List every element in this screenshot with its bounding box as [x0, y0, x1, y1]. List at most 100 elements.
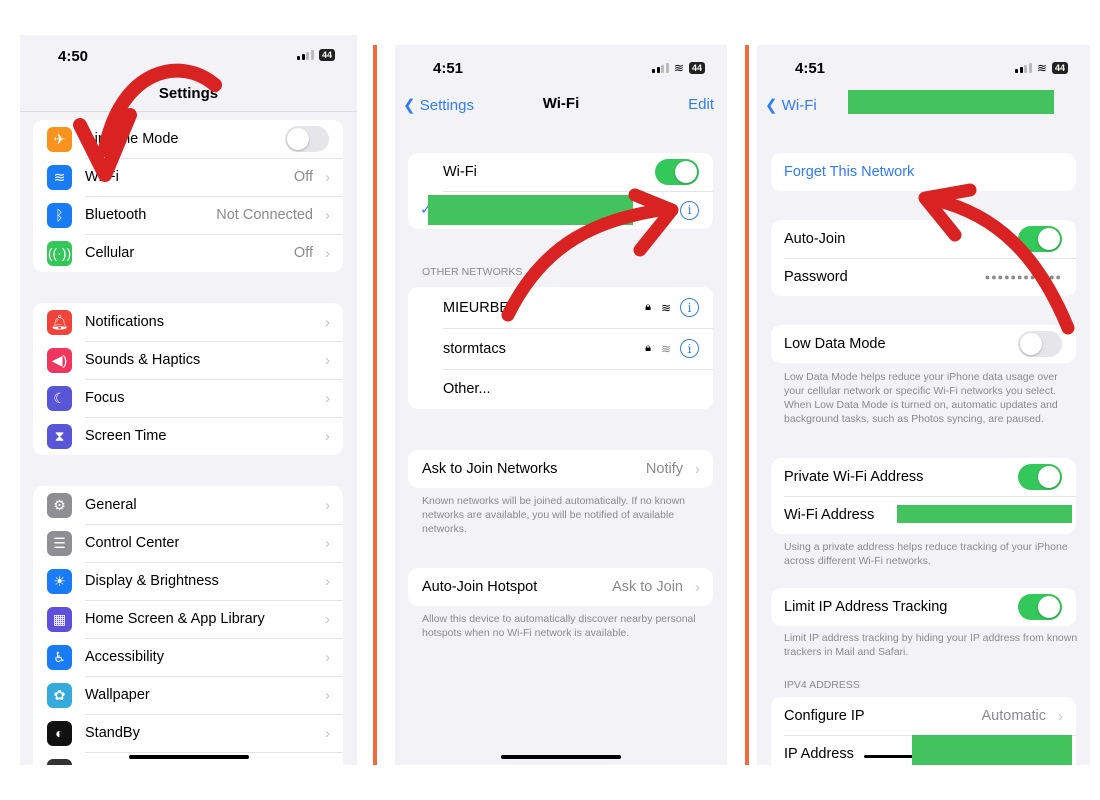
settings-row[interactable]: ⧗ Screen Time › — [33, 417, 343, 455]
wifi-toggle-row: Wi-Fi — [408, 153, 713, 191]
settings-row[interactable]: ≋ Wi-Fi Off › — [33, 158, 343, 196]
home-screen-icon: ▦ — [47, 606, 72, 632]
settings-row[interactable]: ✈ Airplane Mode — [33, 120, 343, 158]
private-address-footer: Using a private address helps reduce tra… — [784, 541, 1068, 567]
settings-row-label: Notifications — [85, 314, 164, 330]
configure-ip-row[interactable]: Configure IP Automatic › — [771, 697, 1076, 735]
private-address-toggle[interactable] — [1018, 464, 1062, 490]
settings-row[interactable]: ✿ Wallpaper › — [33, 676, 343, 714]
chevron-right-icon: › — [325, 648, 330, 666]
battery-icon: 44 — [688, 62, 705, 74]
forget-network-button[interactable]: Forget This Network — [771, 153, 1076, 191]
ask-to-join-row[interactable]: Ask to Join Networks Notify › — [408, 450, 713, 488]
connected-network-row[interactable]: ✓ i — [408, 191, 713, 229]
home-indicator — [501, 755, 621, 759]
settings-row-label: Cellular — [85, 245, 135, 261]
lock-icon: 🔒︎ — [645, 342, 651, 354]
divider — [373, 45, 377, 765]
limit-ip-footer: Limit IP address tracking by hiding your… — [784, 632, 1078, 658]
info-button[interactable]: i — [680, 339, 699, 358]
redacted-ip-address — [912, 735, 1072, 765]
ipv4-group: Configure IP Automatic › IP Address — [771, 697, 1076, 765]
settings-row[interactable]: 🔔︎ Notifications › — [33, 303, 343, 341]
cellular-icon: ((·)) — [47, 240, 72, 266]
focus-icon: ☾ — [47, 385, 72, 411]
auto-join-hotspot-row[interactable]: Auto-Join Hotspot Ask to Join › — [408, 568, 713, 606]
status-bar: ≋ 44 — [1015, 61, 1068, 75]
password-row[interactable]: Password ●●●●●●●●●●●● — [771, 258, 1076, 296]
settings-row[interactable]: ♿︎ Accessibility › — [33, 638, 343, 676]
chevron-right-icon: › — [1058, 707, 1063, 725]
other-network-row[interactable]: Other... — [408, 369, 713, 409]
status-time: 4:50 — [58, 48, 89, 65]
settings-row-label: Airplane Mode — [85, 131, 179, 147]
battery-icon: 44 — [1051, 62, 1068, 74]
edit-button[interactable]: Edit — [688, 96, 714, 113]
airplane-mode-toggle[interactable] — [285, 126, 329, 152]
page-title: Wi-Fi — [542, 95, 580, 112]
forget-group: Forget This Network — [771, 153, 1076, 191]
settings-group: ✈ Airplane Mode ≋ Wi-Fi Off › ᛒ Bluetooth Not Co… — [33, 120, 343, 272]
chevron-right-icon: › — [325, 427, 330, 445]
chevron-right-icon: › — [325, 572, 330, 590]
settings-row[interactable]: ▦ Home Screen & App Library › — [33, 600, 343, 638]
display-brightness-icon: ☀ — [47, 568, 72, 594]
limit-ip-toggle[interactable] — [1018, 594, 1062, 620]
signal-icon — [297, 50, 314, 60]
sounds-icon: ◀) — [47, 347, 72, 373]
settings-row-label: Home Screen & App Library — [85, 611, 265, 627]
ask-to-join-group: Ask to Join Networks Notify › — [408, 450, 713, 488]
settings-row-label: Accessibility — [85, 649, 164, 665]
chevron-right-icon: › — [325, 206, 330, 224]
hotspot-footer: Allow this device to automatically disco… — [422, 613, 696, 639]
signal-icon — [652, 63, 669, 73]
other-networks-group: MIEURBEI 🔒︎ ≋ i stormtacs 🔒︎ ≋ i Other... — [408, 287, 713, 409]
wifi-signal-icon: ≋ — [660, 341, 671, 356]
info-button[interactable]: i — [680, 298, 699, 317]
settings-row[interactable]: ᛒ Bluetooth Not Connected › — [33, 196, 343, 234]
settings-row-label: Bluetooth — [85, 207, 147, 223]
info-button[interactable]: i — [680, 200, 699, 220]
private-address-row: Private Wi-Fi Address — [771, 458, 1076, 496]
settings-row[interactable]: ☾ Focus › — [33, 379, 343, 417]
wifi-status-icon: ≋ — [673, 61, 684, 75]
wifi-status-icon: ≋ — [1036, 61, 1047, 75]
network-row[interactable]: MIEURBEI 🔒︎ ≋ i — [408, 287, 713, 328]
auto-join-toggle[interactable] — [1018, 226, 1062, 252]
chevron-right-icon: › — [325, 534, 330, 552]
settings-row[interactable]: ☀ Display & Brightness › — [33, 562, 343, 600]
battery-icon: 44 — [318, 49, 335, 61]
notifications-icon: 🔔︎ — [47, 309, 72, 335]
settings-row-label: Control Center — [85, 535, 180, 551]
accessibility-icon: ♿︎ — [47, 644, 72, 670]
autojoin-group: Auto-Join Password ●●●●●●●●●●●● — [771, 220, 1076, 296]
settings-row[interactable]: ☰ Control Center › — [33, 524, 343, 562]
wallpaper-icon: ✿ — [47, 682, 72, 708]
settings-row[interactable]: ((·)) Cellular Off › — [33, 234, 343, 272]
chevron-right-icon: › — [325, 724, 330, 742]
wifi-signal-icon: ≋ — [660, 300, 671, 315]
ask-to-join-footer: Known networks will be joined automatica… — [422, 495, 686, 535]
control-center-icon: ☰ — [47, 530, 72, 556]
chevron-right-icon: › — [325, 496, 330, 514]
wifi-toggle[interactable] — [655, 159, 699, 185]
settings-screen: 4:50 44 Settings ✈ Airplane Mode ≋ Wi-Fi Off… — [20, 35, 357, 765]
chevron-right-icon: › — [695, 460, 700, 478]
settings-row[interactable]: ⚙ General › — [33, 486, 343, 524]
settings-row-label: Wi-Fi — [85, 169, 119, 185]
home-indicator — [128, 755, 249, 759]
settings-row[interactable]: ◐ StandBy › — [33, 714, 343, 752]
back-button[interactable]: ❮ Wi-Fi — [765, 96, 817, 114]
network-row[interactable]: stormtacs 🔒︎ ≋ i — [408, 328, 713, 369]
chevron-right-icon: › — [325, 610, 330, 628]
ip-address-row: IP Address — [771, 735, 1076, 765]
settings-group: 🔔︎ Notifications › ◀) Sounds & Haptics › ☾ Focu… — [33, 303, 343, 455]
wifi-address-row: Wi-Fi Address — [771, 496, 1076, 534]
chevron-right-icon: › — [325, 168, 330, 186]
limit-ip-row: Limit IP Address Tracking — [771, 588, 1076, 626]
private-address-group: Private Wi-Fi Address Wi-Fi Address — [771, 458, 1076, 534]
settings-row[interactable]: ◀) Sounds & Haptics › — [33, 341, 343, 379]
network-details-screen: 4:51 ≋ 44 ❮ Wi-Fi Forget This Network Aut… — [757, 45, 1090, 765]
lock-icon: 🔒︎ — [645, 301, 651, 313]
low-data-toggle[interactable] — [1018, 331, 1062, 357]
